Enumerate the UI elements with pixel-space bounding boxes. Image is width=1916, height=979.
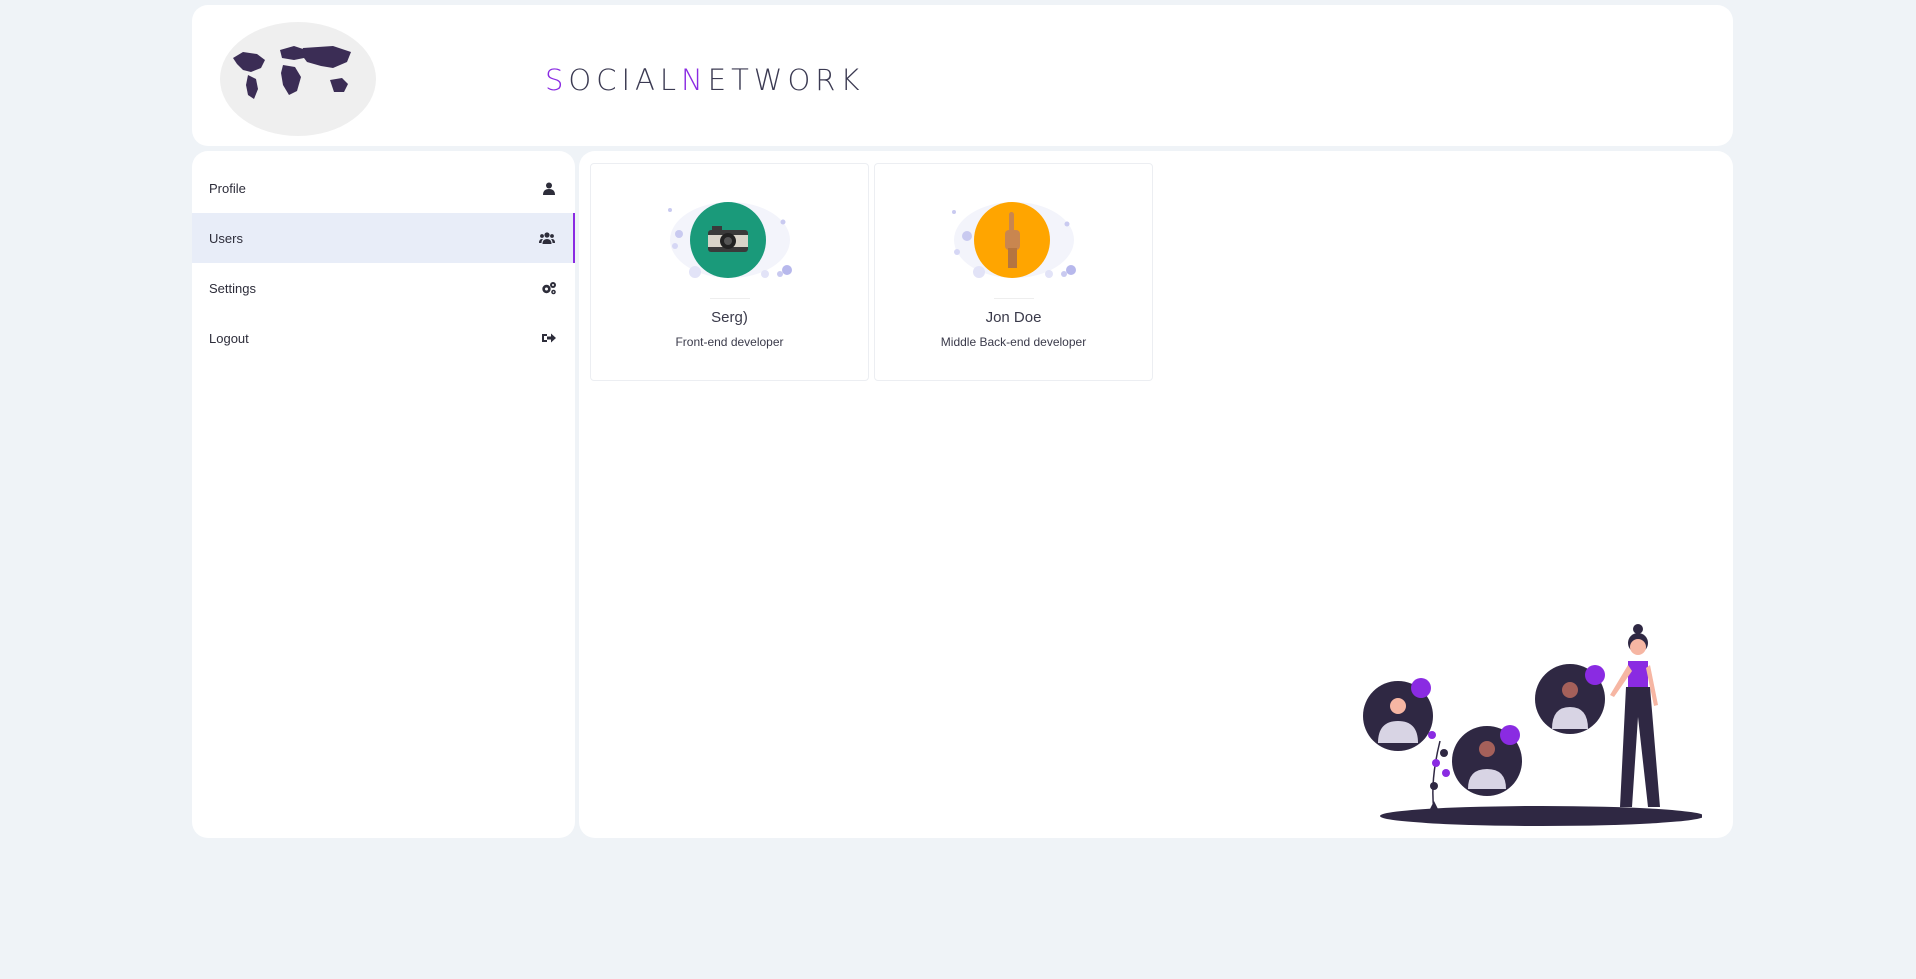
sidebar-item-profile[interactable]: Profile bbox=[192, 163, 575, 213]
user-role: Front-end developer bbox=[675, 335, 784, 349]
card-divider bbox=[993, 298, 1034, 299]
avatar-background-decoration bbox=[665, 194, 795, 284]
gears-icon bbox=[541, 280, 557, 296]
user-card[interactable]: Serg) Front-end developer bbox=[590, 163, 869, 381]
camera-icon bbox=[707, 226, 748, 252]
users-panel: Serg) Front-end developer Jon Doe Middle… bbox=[579, 151, 1733, 838]
sidebar-item-label: Profile bbox=[209, 180, 246, 196]
logout-icon bbox=[541, 330, 557, 346]
header: SOCIALNETWORK bbox=[192, 5, 1733, 146]
sidebar-item-label: Settings bbox=[209, 280, 256, 296]
world-map-logo bbox=[220, 22, 376, 136]
sidebar-item-label: Users bbox=[209, 230, 243, 246]
avatar-background-decoration bbox=[949, 194, 1079, 284]
sidebar: Profile Users Settings Logout bbox=[192, 151, 575, 838]
sidebar-item-settings[interactable]: Settings bbox=[192, 263, 575, 313]
user-avatar bbox=[973, 202, 1050, 278]
hand-icon bbox=[1004, 212, 1020, 268]
card-divider bbox=[709, 298, 750, 299]
app-logo-text: SOCIALNETWORK bbox=[545, 63, 865, 97]
social-network-illustration bbox=[1363, 624, 1702, 826]
sidebar-item-logout[interactable]: Logout bbox=[192, 313, 575, 363]
user-card[interactable]: Jon Doe Middle Back-end developer bbox=[874, 163, 1153, 381]
sidebar-item-label: Logout bbox=[209, 330, 249, 346]
users-icon bbox=[539, 230, 555, 246]
sidebar-item-users[interactable]: Users bbox=[192, 213, 575, 263]
user-icon bbox=[541, 180, 557, 196]
user-name: Jon Doe bbox=[985, 309, 1042, 326]
user-name: Serg) bbox=[711, 309, 748, 326]
user-role: Middle Back-end developer bbox=[940, 335, 1087, 349]
user-avatar bbox=[689, 202, 766, 278]
